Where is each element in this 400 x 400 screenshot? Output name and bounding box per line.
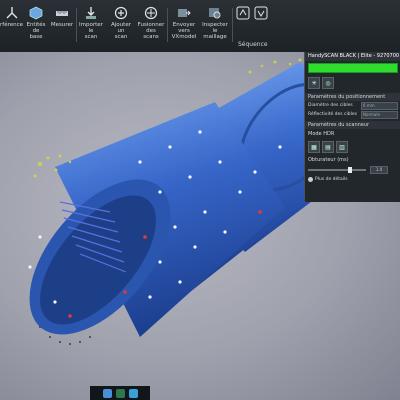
- ruler-icon: [56, 11, 68, 16]
- tool-merge-scans[interactable]: Fusionner des scans: [138, 6, 164, 40]
- app-icon[interactable]: [128, 388, 138, 398]
- target-diameter-field[interactable]: 6 mm: [361, 101, 398, 110]
- tool-edit-base[interactable]: Entités de base: [26, 6, 46, 40]
- more-details-link[interactable]: Plus de détails: [305, 175, 400, 184]
- tool-send-vxmodel-label-2: VXmodel: [171, 34, 197, 40]
- mode-icon-row: ▦ ▤ ▥: [305, 139, 400, 155]
- panel-title: HandySCAN BLACK | Elite - 9270700: [305, 52, 400, 61]
- laser-icon[interactable]: ✳: [308, 77, 320, 89]
- status-bar: [308, 63, 398, 73]
- sequence-icon: [236, 6, 250, 20]
- target-diameter-row: Diamètre des cibles 6 mm: [305, 101, 400, 110]
- plus-icon: [308, 177, 313, 182]
- mode-c-icon[interactable]: ▥: [336, 141, 348, 153]
- mode-hdr-label: Mode HDR: [308, 131, 335, 137]
- tool-sequence-a[interactable]: [236, 6, 250, 22]
- tool-import-scan-label-1: Importer le: [79, 22, 103, 34]
- tool-import-scan[interactable]: Importer le scan: [79, 6, 103, 40]
- tool-merge-scans-label-2: des scans: [143, 28, 159, 40]
- app-window: rférence Entités de base Mesurer Importe…: [0, 0, 400, 400]
- import-icon: [86, 7, 96, 19]
- tool-add-scan[interactable]: Ajouter un scan: [110, 6, 132, 40]
- target-reflectivity-label: Réflectivité des cibles: [308, 112, 358, 117]
- tool-reference[interactable]: rférence: [0, 6, 23, 28]
- shutter-slider-knob[interactable]: [348, 167, 352, 173]
- shutter-value-field[interactable]: 1.0: [370, 166, 388, 174]
- mode-b-icon[interactable]: ▤: [322, 141, 334, 153]
- axes-icon: [6, 7, 17, 19]
- panel-icon-row: ✳ ◎: [305, 75, 400, 91]
- target-reflectivity-row: Réflectivité des cibles Normale: [305, 110, 400, 119]
- mode-a-icon[interactable]: ▦: [308, 141, 320, 153]
- group-label-sequence: Séquence: [238, 41, 268, 48]
- shutter-slider-track: [308, 169, 366, 171]
- tool-add-scan-label-1: Ajouter un: [111, 22, 131, 34]
- tool-reference-label: rférence: [0, 22, 23, 28]
- merge-icon: [144, 6, 158, 20]
- ribbon-separator: [76, 8, 77, 42]
- send-icon: [178, 9, 191, 17]
- inspect-icon: [209, 8, 221, 19]
- tool-inspect-mesh-label-2: maillage: [203, 34, 227, 40]
- cube-icon: [29, 6, 43, 20]
- tool-send-vxmodel-label-1: Envoyer vers: [172, 22, 196, 34]
- shutter-label: Obturateur (ms): [308, 157, 349, 163]
- tool-add-scan-label-2: scan: [114, 34, 128, 40]
- add-scan-icon: [114, 6, 128, 20]
- scanner-panel: HandySCAN BLACK | Elite - 9270700 ✳ ◎ Pa…: [304, 52, 400, 202]
- ribbon-separator: [232, 8, 233, 42]
- taskbar: [90, 386, 150, 400]
- tool-sequence-b[interactable]: [254, 6, 268, 22]
- app-icon[interactable]: [102, 388, 112, 398]
- target-diameter-label: Diamètre des cibles: [308, 103, 353, 108]
- tool-send-vxmodel[interactable]: Envoyer vers VXmodel: [171, 6, 197, 40]
- tool-measure[interactable]: Mesurer: [50, 6, 74, 28]
- target-reflectivity-field[interactable]: Normale: [361, 110, 398, 119]
- shutter-slider[interactable]: 1.0: [308, 166, 398, 174]
- app-icon[interactable]: [115, 388, 125, 398]
- tool-inspect-mesh-label-1: Inspecter le: [202, 22, 228, 34]
- ribbon-toolbar: rférence Entités de base Mesurer Importe…: [0, 0, 400, 53]
- tool-import-scan-label-2: scan: [84, 34, 98, 40]
- tool-inspect-mesh[interactable]: Inspecter le maillage: [202, 6, 228, 40]
- scanner-section-header: Paramètres du scanneur: [305, 121, 400, 129]
- sequence-icon: [254, 6, 268, 20]
- target-icon[interactable]: ◎: [322, 77, 334, 89]
- tool-edit-base-label-1: Entités de: [26, 22, 46, 34]
- positioning-section-header: Paramètres du positionnement: [305, 93, 400, 101]
- more-details-label: Plus de détails: [315, 177, 348, 182]
- tool-measure-label: Mesurer: [50, 22, 74, 28]
- tool-edit-base-label-2: base: [29, 34, 43, 40]
- ribbon-separator: [167, 8, 168, 42]
